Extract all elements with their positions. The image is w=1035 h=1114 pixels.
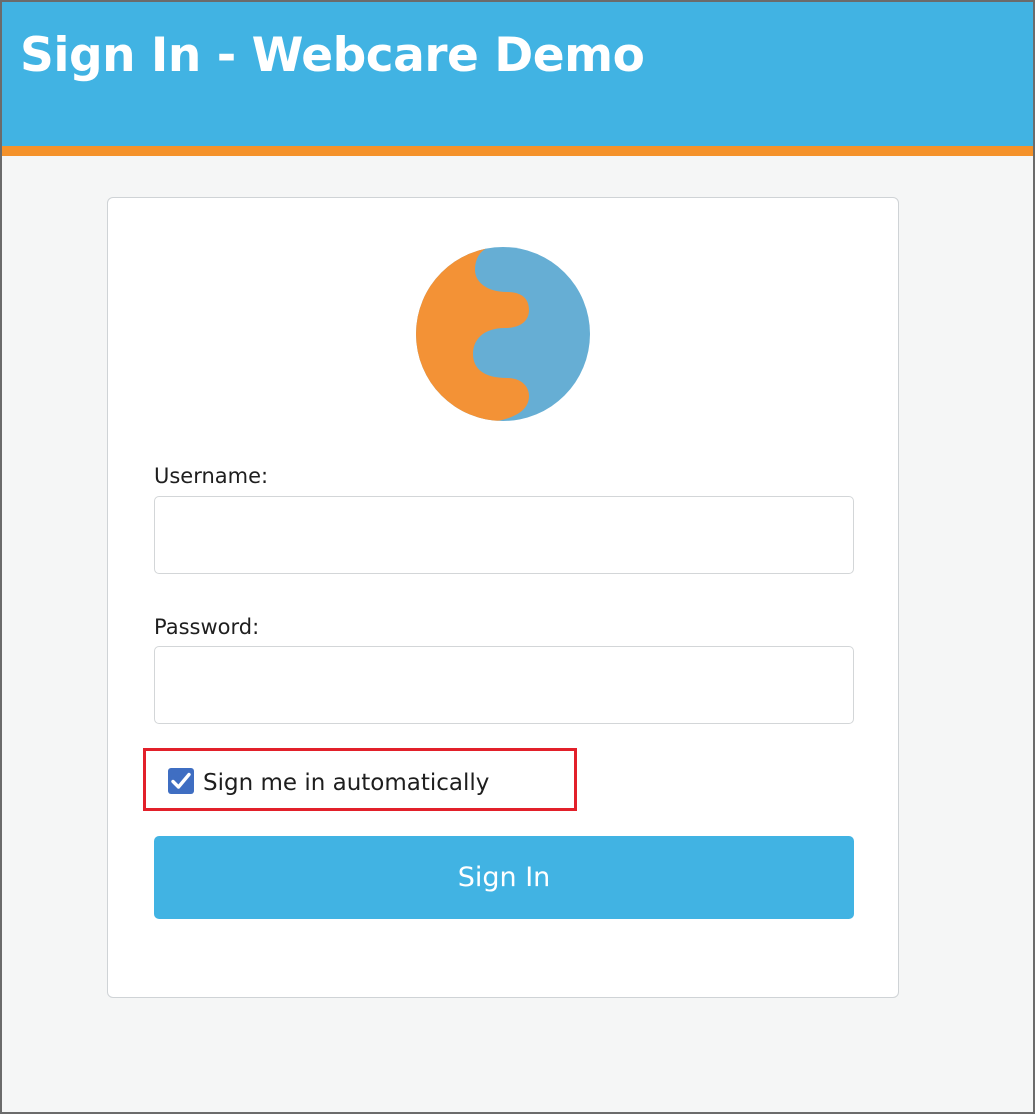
sign-in-button[interactable]: Sign In [154,836,854,919]
password-input[interactable] [154,646,854,724]
page-header: Sign In - Webcare Demo [2,2,1033,156]
checkmark-icon [171,772,191,789]
webcare-logo-graphic [416,247,590,421]
remember-me-label[interactable]: Sign me in automatically [203,770,489,796]
password-label: Password: [154,615,260,639]
app-window: Sign In - Webcare Demo Username: Passwor… [0,0,1035,1114]
username-input[interactable] [154,496,854,574]
remember-me-checkbox[interactable] [168,768,194,794]
username-label: Username: [154,464,269,488]
webcare-logo-icon [415,246,591,422]
page-title: Sign In - Webcare Demo [20,28,645,83]
sign-in-card: Username: Password: Sign me in automatic… [107,197,899,998]
